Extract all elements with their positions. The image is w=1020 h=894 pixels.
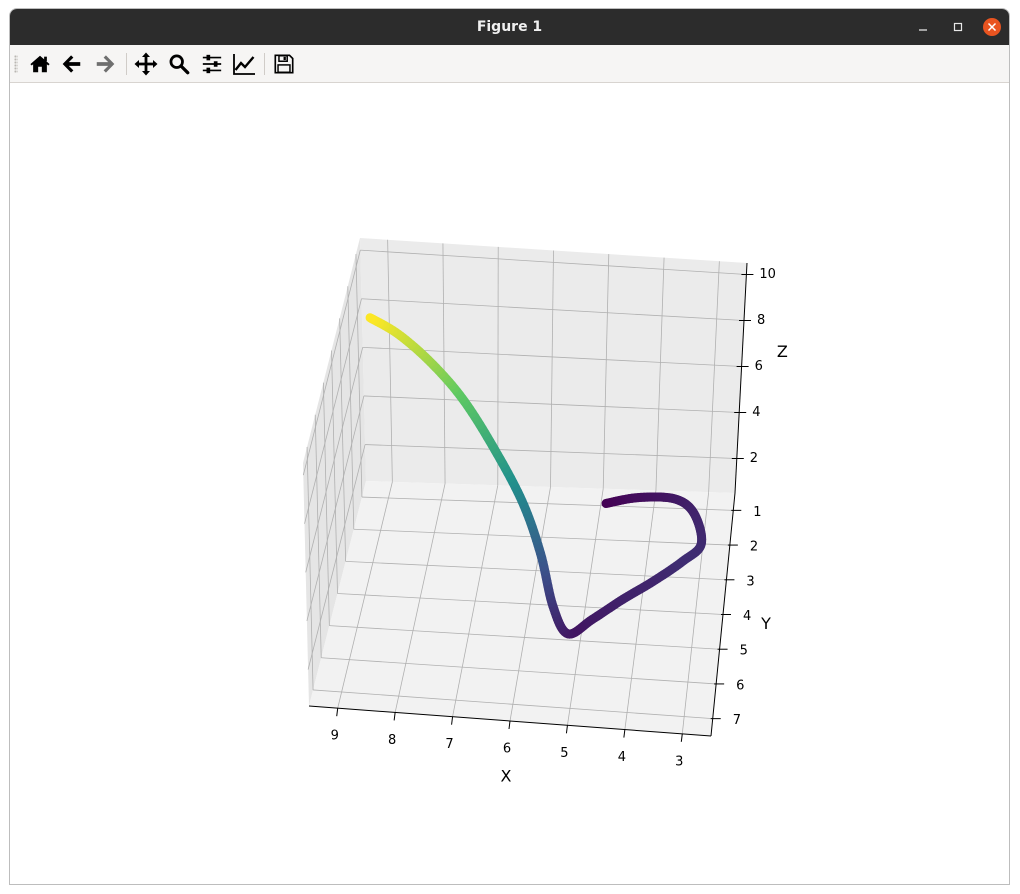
home-icon	[30, 55, 50, 73]
x-tick	[451, 716, 454, 725]
home-button[interactable]	[26, 50, 54, 78]
curve-segment	[365, 313, 376, 324]
arrow-right-icon	[96, 55, 115, 73]
x-tick-label: 6	[503, 742, 511, 757]
z-axis-title: Z	[777, 342, 788, 361]
minimize-icon	[919, 29, 927, 31]
x-axis-title: X	[501, 767, 512, 786]
x-tick-label: 7	[445, 737, 453, 752]
plot-canvas[interactable]: 9 8 7 6 5 4 3 1 2 3 4 5 6 7 2 4 6 8 10 X Y Z	[10, 83, 1009, 884]
edit-axes-button[interactable]	[230, 50, 258, 78]
arrow-left-icon	[62, 55, 81, 73]
3d-line-plot[interactable]: 9 8 7 6 5 4 3 1 2 3 4 5 6 7 2 4 6 8 10 X Y Z	[10, 83, 1009, 884]
y-tick-label: 6	[736, 678, 744, 693]
configure-subplots-button[interactable]	[198, 50, 226, 78]
window-title: Figure 1	[476, 19, 543, 35]
save-button[interactable]	[270, 50, 298, 78]
close-icon	[983, 18, 1001, 36]
x-tick	[565, 725, 568, 734]
title-bar[interactable]: Figure 1	[10, 9, 1009, 45]
y-tick-label: 5	[740, 644, 748, 659]
x-tick	[336, 708, 339, 717]
z-tick-label: 2	[750, 451, 758, 466]
x-tick	[508, 720, 511, 730]
x-tick-label: 9	[331, 729, 339, 744]
maximize-button[interactable]	[943, 9, 973, 45]
y-tick-label: 3	[746, 574, 754, 589]
floppy-disk-icon	[274, 54, 294, 74]
x-tick	[393, 712, 396, 721]
x-tick-label: 8	[388, 733, 396, 748]
forward-button[interactable]	[91, 50, 119, 78]
x-tick-label: 5	[560, 746, 568, 761]
toolbar-grip-handle[interactable]	[14, 55, 18, 73]
floor-pane	[309, 481, 735, 736]
z-tick-label: 6	[755, 359, 763, 374]
minimize-button[interactable]	[908, 9, 938, 45]
back-button[interactable]	[58, 50, 86, 78]
x-tick-label: 3	[675, 754, 683, 769]
toolbar-separator	[126, 53, 127, 75]
navigation-toolbar	[10, 45, 1009, 83]
z-tick-label: 8	[757, 313, 765, 328]
zoom-button[interactable]	[165, 50, 193, 78]
figure-window: Figure 1 9 8 7 6 5 4 3 1 2 3 4 5 6 7 2 4…	[9, 8, 1010, 885]
pan-button[interactable]	[132, 50, 160, 78]
x-tick	[680, 733, 683, 742]
y-axis-title: Y	[760, 614, 771, 633]
y-tick-label: 7	[733, 713, 741, 728]
magnifier-icon	[169, 54, 190, 75]
z-tick-label: 4	[752, 405, 760, 420]
close-button[interactable]	[977, 9, 1007, 45]
toolbar-separator	[264, 53, 265, 75]
z-tick-label: 10	[759, 267, 776, 282]
maximize-icon	[953, 22, 963, 32]
y-tick-label: 1	[753, 505, 761, 520]
y-tick-label: 2	[750, 540, 758, 555]
x-tick	[623, 729, 626, 738]
move-icon	[134, 52, 158, 76]
sliders-icon	[202, 54, 222, 74]
y-tick-label: 4	[743, 609, 751, 624]
x-tick-label: 4	[618, 750, 626, 765]
line-chart-icon	[233, 54, 255, 75]
